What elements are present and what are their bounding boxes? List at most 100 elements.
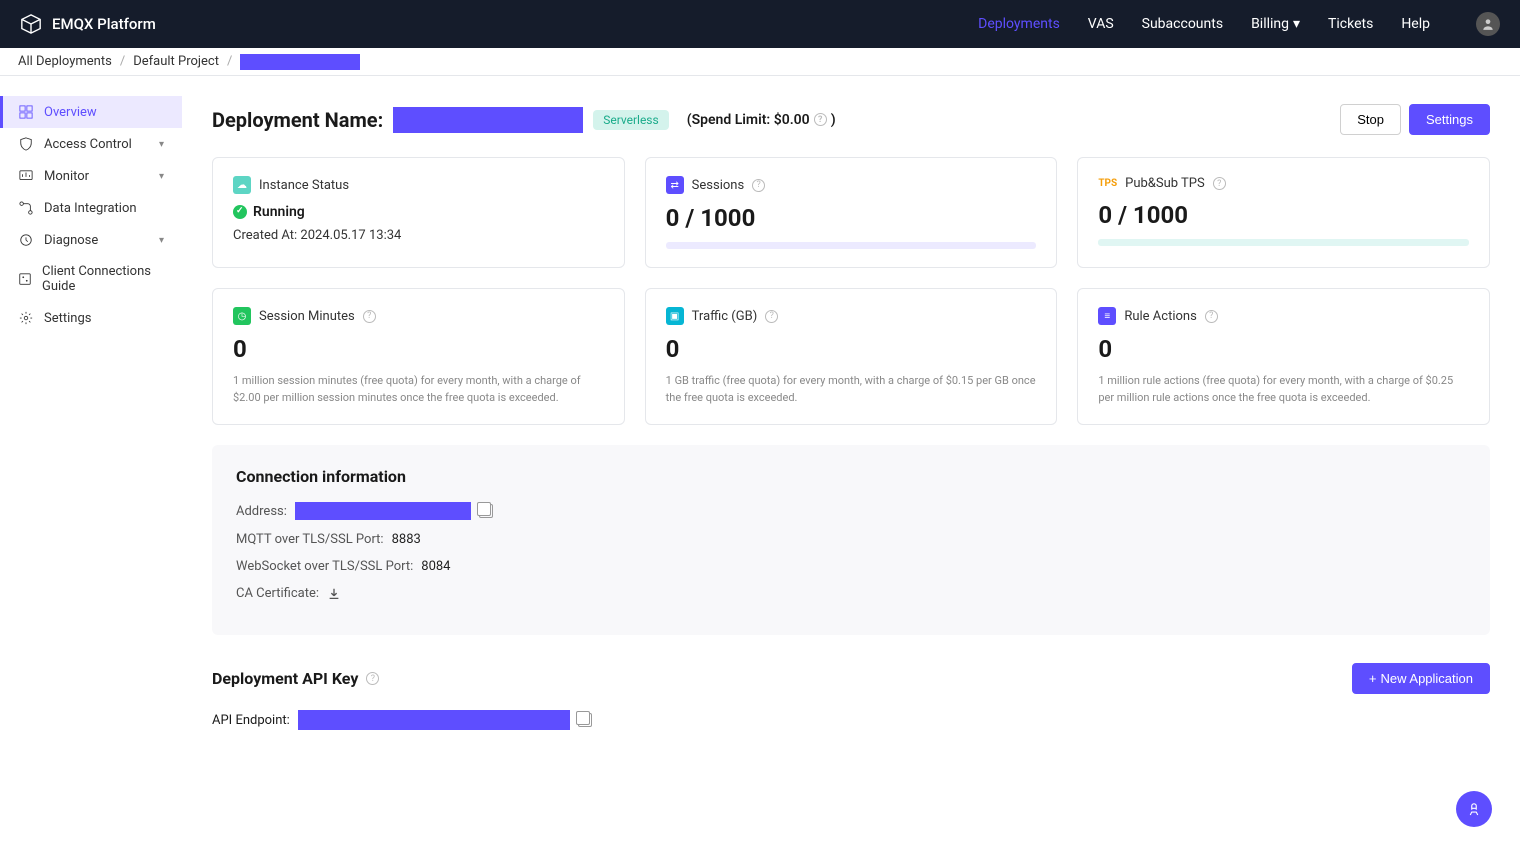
sidebar-label: Access Control bbox=[44, 137, 132, 152]
topbar: EMQX Platform Deployments VAS Subaccount… bbox=[0, 0, 1520, 48]
nav-billing[interactable]: Billing ▾ bbox=[1251, 16, 1300, 32]
card-session-minutes: ◷ Session Minutes ? 0 1 million session … bbox=[212, 288, 625, 425]
main-content: Deployment Name: Serverless (Spend Limit… bbox=[182, 76, 1520, 855]
endpoint-label: API Endpoint: bbox=[212, 713, 290, 728]
connection-info-panel: Connection information Address: MQTT ove… bbox=[212, 445, 1490, 635]
new-application-button[interactable]: +New Application bbox=[1352, 663, 1490, 694]
breadcrumb: All Deployments / Default Project / bbox=[0, 48, 1520, 76]
created-label: Created At: bbox=[233, 228, 297, 243]
nav-vas[interactable]: VAS bbox=[1088, 16, 1114, 32]
ws-value: 8084 bbox=[421, 559, 450, 574]
minutes-value: 0 bbox=[233, 335, 604, 363]
brand[interactable]: EMQX Platform bbox=[20, 13, 156, 35]
crumb-current-redacted bbox=[240, 54, 360, 70]
caret-down-icon: ▾ bbox=[1293, 16, 1300, 32]
sidebar-item-overview[interactable]: Overview bbox=[0, 96, 182, 128]
sidebar-label: Client Connections Guide bbox=[42, 264, 164, 294]
diagnose-icon bbox=[18, 232, 34, 248]
overview-icon bbox=[18, 104, 34, 120]
nav-tickets[interactable]: Tickets bbox=[1328, 16, 1373, 32]
card-rule-actions: ≡ Rule Actions ? 0 1 million rule action… bbox=[1077, 288, 1490, 425]
address-label: Address: bbox=[236, 504, 287, 519]
serverless-badge: Serverless bbox=[593, 110, 669, 130]
panel-title: Connection information bbox=[236, 467, 1466, 486]
titlebar: Deployment Name: Serverless (Spend Limit… bbox=[212, 104, 1490, 135]
copy-icon[interactable] bbox=[578, 713, 592, 727]
help-icon[interactable]: ? bbox=[752, 179, 765, 192]
caret-icon: ▾ bbox=[159, 171, 164, 182]
crumb-all[interactable]: All Deployments bbox=[18, 54, 112, 69]
monitor-icon bbox=[18, 168, 34, 184]
spend-limit: (Spend Limit: $0.00 ? ) bbox=[687, 112, 836, 128]
list-icon: ≡ bbox=[1098, 307, 1116, 325]
rules-value: 0 bbox=[1098, 335, 1469, 363]
avatar[interactable] bbox=[1476, 12, 1500, 36]
help-icon[interactable]: ? bbox=[765, 310, 778, 323]
nav-deployments[interactable]: Deployments bbox=[978, 16, 1060, 32]
api-endpoint-row: API Endpoint: bbox=[212, 710, 1490, 730]
sessions-icon: ⇄ bbox=[666, 176, 684, 194]
cloud-icon: ☁ bbox=[233, 176, 251, 194]
card-sessions: ⇄ Sessions ? 0 / 1000 bbox=[645, 157, 1058, 268]
help-icon[interactable]: ? bbox=[1205, 310, 1218, 323]
sidebar-item-access[interactable]: Access Control ▾ bbox=[0, 128, 182, 160]
shield-icon bbox=[18, 136, 34, 152]
sidebar: Overview Access Control ▾ Monitor ▾ Data… bbox=[0, 76, 182, 855]
tps-tag: TPS bbox=[1098, 178, 1117, 189]
created-value: 2024.05.17 13:34 bbox=[300, 228, 401, 243]
sidebar-label: Monitor bbox=[44, 169, 89, 184]
sidebar-label: Diagnose bbox=[44, 233, 98, 248]
card-title: Sessions bbox=[692, 178, 745, 193]
gear-icon bbox=[18, 310, 34, 326]
nav-help[interactable]: Help bbox=[1401, 16, 1430, 32]
tps-value: 0 / 1000 bbox=[1098, 201, 1469, 229]
download-icon[interactable] bbox=[327, 587, 341, 601]
endpoint-value-redacted bbox=[298, 710, 570, 730]
status-text: Running bbox=[253, 204, 305, 220]
crumb-project[interactable]: Default Project bbox=[133, 54, 219, 69]
card-title: Session Minutes bbox=[259, 309, 355, 324]
sidebar-item-guide[interactable]: Client Connections Guide bbox=[0, 256, 182, 302]
help-icon[interactable]: ? bbox=[366, 672, 379, 685]
card-title: Pub&Sub TPS bbox=[1125, 176, 1205, 191]
card-title: Traffic (GB) bbox=[692, 309, 758, 324]
brand-icon bbox=[20, 13, 42, 35]
page-title: Deployment Name: bbox=[212, 108, 383, 132]
help-fab[interactable] bbox=[1456, 791, 1492, 827]
sidebar-item-diagnose[interactable]: Diagnose ▾ bbox=[0, 224, 182, 256]
card-traffic: ▣ Traffic (GB) ? 0 1 GB traffic (free qu… bbox=[645, 288, 1058, 425]
crumb-sep: / bbox=[227, 54, 232, 69]
tls-label: MQTT over TLS/SSL Port: bbox=[236, 532, 384, 547]
help-icon[interactable]: ? bbox=[363, 310, 376, 323]
ca-label: CA Certificate: bbox=[236, 586, 319, 601]
minutes-desc: 1 million session minutes (free quota) f… bbox=[233, 373, 604, 406]
status-ok-icon bbox=[233, 205, 247, 219]
crumb-sep: / bbox=[120, 54, 125, 69]
deployment-name-redacted bbox=[393, 107, 583, 133]
tls-value: 8883 bbox=[392, 532, 421, 547]
sidebar-item-monitor[interactable]: Monitor ▾ bbox=[0, 160, 182, 192]
nav-subaccounts[interactable]: Subaccounts bbox=[1142, 16, 1223, 32]
traffic-desc: 1 GB traffic (free quota) for every mont… bbox=[666, 373, 1037, 406]
copy-icon[interactable] bbox=[479, 504, 493, 518]
rules-desc: 1 million rule actions (free quota) for … bbox=[1098, 373, 1469, 406]
clock-icon: ◷ bbox=[233, 307, 251, 325]
traffic-icon: ▣ bbox=[666, 307, 684, 325]
sidebar-label: Data Integration bbox=[44, 201, 137, 216]
sidebar-item-settings[interactable]: Settings bbox=[0, 302, 182, 334]
sidebar-label: Overview bbox=[44, 105, 97, 120]
api-title: Deployment API Key bbox=[212, 669, 358, 688]
help-icon[interactable]: ? bbox=[814, 113, 827, 126]
brand-label: EMQX Platform bbox=[52, 15, 156, 33]
sessions-value: 0 / 1000 bbox=[666, 204, 1037, 232]
caret-icon: ▾ bbox=[159, 235, 164, 246]
card-title: Instance Status bbox=[259, 178, 349, 193]
sessions-bar bbox=[666, 242, 1037, 249]
ws-label: WebSocket over TLS/SSL Port: bbox=[236, 559, 413, 574]
sidebar-item-dataint[interactable]: Data Integration bbox=[0, 192, 182, 224]
help-icon[interactable]: ? bbox=[1213, 177, 1226, 190]
settings-button[interactable]: Settings bbox=[1409, 104, 1490, 135]
traffic-value: 0 bbox=[666, 335, 1037, 363]
stop-button[interactable]: Stop bbox=[1340, 104, 1401, 135]
plus-icon: + bbox=[1369, 671, 1377, 686]
